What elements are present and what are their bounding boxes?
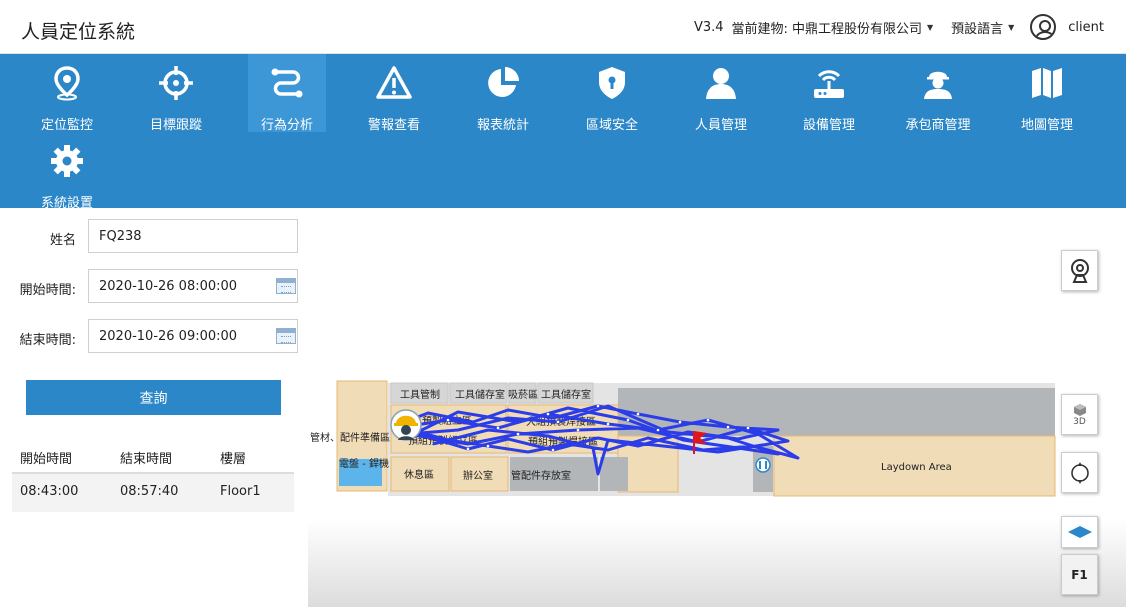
nav-label: 區域安全 — [585, 118, 638, 133]
nav-item-contractor[interactable]: 承包商管理 — [899, 54, 977, 133]
webcam-icon — [1070, 258, 1089, 283]
nav-label: 目標跟蹤 — [149, 118, 202, 133]
map-icon — [1032, 68, 1062, 98]
building-label: 當前建物: — [731, 21, 788, 37]
nav-label: 定位監控 — [40, 118, 93, 133]
version-label: V3.4 — [693, 19, 724, 35]
pie-chart-icon — [488, 67, 519, 97]
nav-item-target-tracking[interactable]: 目標跟蹤 — [137, 54, 215, 133]
worker-marker-icon[interactable] — [390, 409, 422, 441]
zone-label: 工具儲存室 — [541, 388, 591, 401]
zone-label: 管配件存放室 — [511, 469, 571, 482]
name-input[interactable] — [88, 219, 298, 253]
layer-icon — [1067, 526, 1092, 538]
3d-view-button[interactable]: 3D — [1061, 394, 1098, 435]
building-selector[interactable]: 當前建物: 中鼎工程股份有限公司 ▼ — [732, 18, 934, 37]
language-value: 預設語言 — [951, 21, 1004, 37]
main-nav: 定位監控 目標跟蹤 行為分析 警報查看 報表統計 區域安全 人員管理 設備管理 … — [0, 54, 1126, 211]
nav-item-system-settings[interactable]: 系統設置 — [28, 132, 106, 211]
calendar-icon[interactable] — [276, 278, 296, 294]
column-header: 樓層 — [220, 452, 247, 467]
table-cell: Floor1 — [220, 484, 261, 499]
cube-icon — [1073, 403, 1086, 416]
language-selector[interactable]: 預設語言 ▼ — [951, 18, 1014, 37]
layer-button[interactable] — [1061, 516, 1098, 548]
nav-label: 人員管理 — [694, 118, 747, 133]
zone-label: 管材、配件準備區 — [310, 431, 390, 444]
nav-item-location-monitor[interactable]: 定位監控 — [28, 54, 106, 133]
name-label: 姓名 — [49, 233, 76, 248]
caret-down-icon: ▼ — [1008, 22, 1015, 32]
user-avatar-icon[interactable] — [1030, 14, 1057, 40]
nav-item-device[interactable]: 設備管理 — [790, 54, 868, 133]
router-icon — [814, 70, 844, 98]
warning-icon — [376, 66, 412, 99]
end-time-input[interactable] — [88, 319, 298, 353]
building-value: 中鼎工程股份有限公司 — [791, 21, 922, 37]
restroom-icon — [755, 457, 771, 473]
zone-label: 電盤 - 銲機 — [339, 457, 389, 470]
user-name[interactable]: client — [1068, 20, 1104, 35]
column-header: 結束時間 — [120, 452, 173, 467]
zone-label: Laydown Area — [881, 462, 952, 473]
top-header: 人員定位系統 V3.4 當前建物: 中鼎工程股份有限公司 ▼ 預設語言 ▼ cl… — [0, 0, 1126, 54]
app-title: 人員定位系統 — [21, 21, 136, 43]
nav-label: 地圖管理 — [1020, 118, 1073, 133]
floor-button[interactable]: F1 — [1061, 554, 1098, 595]
table-cell: 08:57:40 — [120, 484, 179, 499]
nav-item-alarm-view[interactable]: 警報查看 — [355, 54, 433, 133]
nav-item-behavior-analysis[interactable]: 行為分析 — [248, 54, 326, 133]
start-time-input[interactable] — [88, 269, 298, 303]
shield-icon — [599, 67, 625, 99]
map-view[interactable]: 工具管制 工具儲存室 吸菸區 工具儲存室 預製組立區 管材、配件準備區 預組預製… — [308, 208, 1126, 607]
3d-label: 3D — [1073, 416, 1086, 427]
zone-label: 辦公室 — [463, 469, 493, 482]
zone-grey-small — [600, 457, 628, 491]
start-time-label: 開始時間: — [19, 283, 76, 298]
query-panel: 姓名 開始時間: 結束時間: 查詢 開始時間 結束時間 樓層 08:43:00 … — [0, 208, 308, 607]
nav-item-report-stats[interactable]: 報表統計 — [464, 54, 542, 133]
table-cell: 08:43:00 — [20, 484, 79, 499]
zone-label: 工具儲存室 — [455, 388, 505, 401]
camera-button[interactable] — [1061, 250, 1098, 291]
compass-icon — [1070, 461, 1089, 484]
table-row[interactable]: 08:43:00 08:57:40 Floor1 — [12, 474, 294, 512]
worker-icon — [924, 71, 952, 99]
route-icon — [271, 68, 303, 98]
query-button[interactable]: 查詢 — [26, 380, 281, 415]
zone-label: 工具管制 — [400, 388, 440, 401]
person-icon — [706, 68, 736, 99]
column-header: 開始時間 — [20, 452, 73, 467]
nav-item-area-security[interactable]: 區域安全 — [573, 54, 651, 133]
nav-item-personnel[interactable]: 人員管理 — [682, 54, 760, 133]
zone-grey-top — [618, 388, 1055, 436]
location-pin-icon — [54, 66, 80, 101]
crosshair-icon — [159, 66, 193, 100]
end-time-label: 結束時間: — [19, 333, 76, 348]
zone-label: 吸菸區 — [508, 389, 538, 401]
nav-label: 行為分析 — [260, 118, 313, 133]
rotate-view-button[interactable] — [1061, 452, 1098, 493]
nav-label: 設備管理 — [802, 118, 855, 133]
nav-item-map-management[interactable]: 地圖管理 — [1008, 54, 1086, 133]
floor-map[interactable]: 工具管制 工具儲存室 吸菸區 工具儲存室 預製組立區 管材、配件準備區 預組預製… — [308, 208, 1126, 607]
result-table-header: 開始時間 結束時間 樓層 — [12, 442, 294, 474]
header-right: V3.4 當前建物: 中鼎工程股份有限公司 ▼ 預設語言 ▼ client — [694, 14, 1104, 40]
zone-label: 休息區 — [404, 468, 434, 481]
nav-label: 警報查看 — [367, 118, 420, 133]
gear-icon — [51, 145, 83, 177]
nav-label: 報表統計 — [476, 118, 529, 133]
calendar-icon[interactable] — [276, 328, 296, 344]
caret-down-icon: ▼ — [926, 22, 934, 32]
nav-label: 承包商管理 — [905, 118, 971, 133]
